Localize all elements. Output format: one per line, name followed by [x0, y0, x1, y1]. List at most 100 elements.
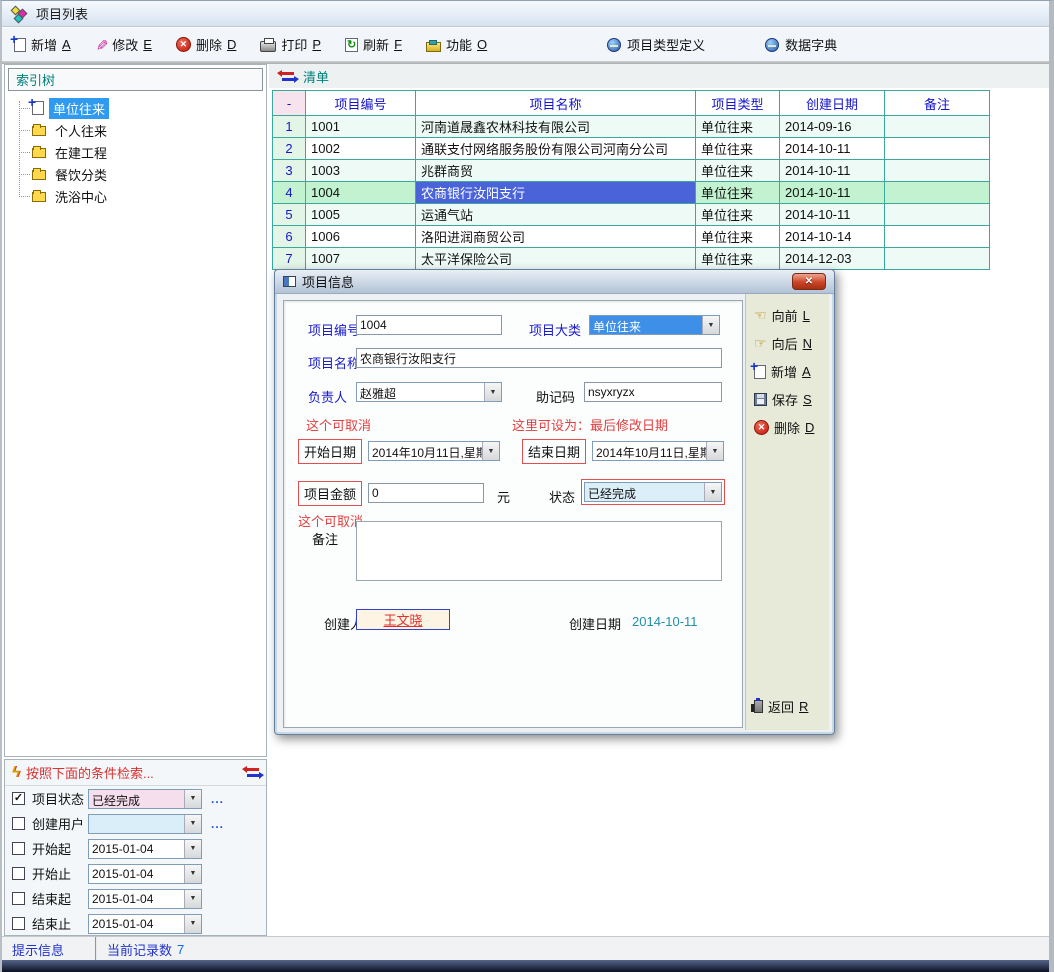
cell-create-date: 2014-10-14 — [780, 226, 885, 248]
tree-item-catering[interactable]: 餐饮分类 — [5, 163, 266, 185]
print-button[interactable]: 打印P — [260, 35, 321, 54]
owner-select[interactable]: 赵雅超 ▼ — [356, 382, 502, 402]
cell-project-id: 1003 — [306, 160, 416, 182]
save-icon — [754, 393, 767, 406]
record-count-value: 7 — [177, 942, 184, 957]
dialog-title-bar[interactable]: 项目信息 ✕ — [275, 270, 834, 294]
chevron-down-icon[interactable]: ▼ — [184, 790, 201, 808]
close-icon[interactable]: ✕ — [792, 273, 826, 290]
table-row[interactable]: 7 1007 太平洋保险公司 单位往来 2014-12-03 — [273, 248, 990, 270]
print-button-label: 打印 — [281, 35, 307, 54]
start-to-checkbox[interactable] — [12, 867, 25, 880]
hand-right-icon — [754, 335, 767, 352]
table-row[interactable]: 6 1006 洛阳进润商贸公司 单位往来 2014-10-14 — [273, 226, 990, 248]
swap-icon[interactable] — [247, 768, 259, 777]
chevron-down-icon[interactable]: ▼ — [706, 442, 723, 460]
project-id-label: 项目编号 — [308, 320, 360, 339]
amount-field[interactable] — [368, 483, 484, 503]
tree-item-personal-contacts[interactable]: 个人往来 — [5, 119, 266, 141]
next-button-label: 向后 — [772, 334, 798, 353]
col-header-project-id[interactable]: 项目编号 — [306, 91, 416, 116]
chevron-down-icon[interactable]: ▼ — [184, 865, 201, 883]
cell-note — [885, 226, 990, 248]
project-name-field[interactable] — [356, 348, 722, 368]
status-select[interactable]: 已经完成 ▼ — [584, 482, 722, 502]
cell-note — [885, 138, 990, 160]
chevron-down-icon[interactable]: ▼ — [184, 915, 201, 933]
create-user-select[interactable]: ▼ — [88, 814, 202, 834]
mnemonic-field[interactable] — [584, 382, 722, 402]
cell-create-date: 2014-10-11 — [780, 182, 885, 204]
create-date-value: 2014-10-11 — [632, 614, 698, 629]
filter-row-create-user: 创建用户 ▼ ... — [5, 811, 266, 836]
status-bar: 提示信息 当前记录数 7 — [2, 936, 1049, 961]
delete-button[interactable]: ✕ 删除D — [176, 35, 236, 54]
project-type-define-button[interactable]: 项目类型定义 — [607, 35, 705, 54]
end-to-checkbox[interactable] — [12, 917, 25, 930]
tree-item-unit-contacts[interactable]: 单位往来 — [5, 97, 266, 119]
cell-project-id: 1002 — [306, 138, 416, 160]
modify-date-note: 这里可设为：最后修改日期 — [512, 415, 668, 434]
start-date-picker[interactable]: 2014年10月11日,星期 ▼ — [368, 441, 500, 461]
project-id-field[interactable] — [356, 315, 502, 335]
dialog-delete-button[interactable]: ✕ 删除 D — [754, 418, 814, 437]
table-row-selected[interactable]: 4 1004 农商银行汝阳支行 单位往来 2014-10-11 — [273, 182, 990, 204]
project-info-dialog: 项目信息 ✕ 项目编号 项目大类 单位往来 ▼ 项目名称 负责人 赵雅超 ▼ 助 — [274, 269, 835, 735]
col-header-index[interactable]: - — [273, 91, 306, 116]
project-status-checkbox[interactable]: ✓ — [12, 792, 25, 805]
refresh-button[interactable]: 刷新F — [345, 35, 402, 54]
chevron-down-icon[interactable]: ▼ — [184, 840, 201, 858]
chevron-down-icon[interactable]: ▼ — [482, 442, 499, 460]
prev-button[interactable]: 向前 L — [754, 306, 810, 325]
dialog-add-button[interactable]: 新增 A — [754, 362, 811, 381]
chevron-down-icon[interactable]: ▼ — [184, 890, 201, 908]
save-button[interactable]: 保存 S — [754, 390, 812, 409]
filter-row-end-from: 结束起 2015-01-04 ▼ — [5, 886, 266, 911]
create-date-label: 创建日期 — [569, 614, 621, 633]
start-from-picker[interactable]: 2015-01-04 ▼ — [88, 839, 202, 859]
end-from-picker[interactable]: 2015-01-04 ▼ — [88, 889, 202, 909]
edit-button[interactable]: 修改E — [95, 35, 152, 54]
row-num: 4 — [273, 182, 306, 204]
return-button[interactable]: 返回 R — [754, 697, 808, 716]
exit-door-icon — [754, 700, 763, 713]
cancel-note-1: 这个可取消 — [306, 415, 371, 434]
remark-field[interactable] — [356, 521, 722, 581]
chevron-down-icon[interactable]: ▼ — [704, 483, 721, 501]
table-row[interactable]: 1 1001 河南道晟鑫农林科技有限公司 单位往来 2014-09-16 — [273, 116, 990, 138]
function-button[interactable]: 功能O — [426, 35, 487, 54]
more-button[interactable]: ... — [211, 817, 224, 831]
tree-item-bath-center[interactable]: 洗浴中心 — [5, 185, 266, 207]
category-select[interactable]: 单位往来 ▼ — [589, 315, 720, 335]
row-num: 7 — [273, 248, 306, 270]
table-row[interactable]: 5 1005 运通气站 单位往来 2014-10-11 — [273, 204, 990, 226]
start-to-picker[interactable]: 2015-01-04 ▼ — [88, 864, 202, 884]
delete-button-label: 删除 — [196, 35, 222, 54]
more-button[interactable]: ... — [211, 792, 224, 806]
chevron-down-icon[interactable]: ▼ — [184, 815, 201, 833]
col-header-note[interactable]: 备注 — [885, 91, 990, 116]
col-header-project-name[interactable]: 项目名称 — [416, 91, 696, 116]
table-row[interactable]: 3 1003 兆群商贸 单位往来 2014-10-11 — [273, 160, 990, 182]
cell-project-id: 1004 — [306, 182, 416, 204]
table-row[interactable]: 2 1002 通联支付网络服务股份有限公司河南分公司 单位往来 2014-10-… — [273, 138, 990, 160]
end-from-checkbox[interactable] — [12, 892, 25, 905]
window-title: 项目列表 — [36, 4, 88, 23]
tree-item-projects-in-progress[interactable]: 在建工程 — [5, 141, 266, 163]
data-dictionary-button[interactable]: 数据字典 — [765, 35, 837, 54]
cell-project-name: 运通气站 — [416, 204, 696, 226]
end-to-picker[interactable]: 2015-01-04 ▼ — [88, 914, 202, 934]
end-date-picker[interactable]: 2014年10月11日,星期 ▼ — [592, 441, 724, 461]
chevron-down-icon[interactable]: ▼ — [484, 383, 501, 401]
dialog-delete-label: 删除 — [774, 418, 800, 437]
col-header-project-type[interactable]: 项目类型 — [696, 91, 780, 116]
col-header-create-date[interactable]: 创建日期 — [780, 91, 885, 116]
prev-button-label: 向前 — [772, 306, 798, 325]
start-from-checkbox[interactable] — [12, 842, 25, 855]
chevron-down-icon[interactable]: ▼ — [702, 316, 719, 334]
create-user-checkbox[interactable] — [12, 817, 25, 830]
return-button-label: 返回 — [768, 697, 794, 716]
project-status-select[interactable]: 已经完成 ▼ — [88, 789, 202, 809]
next-button[interactable]: 向后 N — [754, 334, 812, 353]
add-button[interactable]: 新增A — [14, 35, 71, 54]
